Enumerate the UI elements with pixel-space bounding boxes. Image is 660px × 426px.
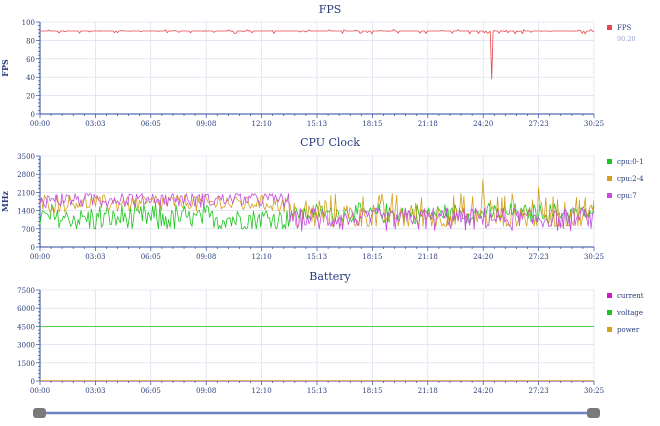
chart-battery: Battery 0 1500 3000 4500 6000 7500 00:00 03:03 06… <box>17 270 644 395</box>
y-tick-label: 40 <box>26 74 35 82</box>
y-tick-label: 60 <box>26 56 35 64</box>
x-tick-label: 27:23 <box>529 120 549 128</box>
legend-swatch <box>607 193 612 198</box>
y-tick-label: 1500 <box>17 360 35 368</box>
x-tick-label: 15:13 <box>307 120 327 128</box>
legend-swatch <box>607 310 612 315</box>
legend-label: cpu:7 <box>617 192 637 200</box>
x-tick-label: 03:03 <box>85 120 105 128</box>
x-tick-label: 30:25 <box>584 387 604 395</box>
legend-label: power <box>617 326 640 334</box>
x-tick-label: 21:18 <box>418 387 438 395</box>
x-tick-label: 30:25 <box>584 120 604 128</box>
legend-swatch <box>607 293 612 298</box>
x-tick-label: 21:18 <box>418 253 438 261</box>
legend-value: 90.20 <box>617 35 636 43</box>
chart-cpu-clock: CPU Clock MHz 0 700 1400 2100 2800 3500 00:00 03:… <box>0 136 644 261</box>
x-tick-label: 06:05 <box>141 387 161 395</box>
x-tick-label: 12:10 <box>252 387 272 395</box>
y-tick-label: 3500 <box>17 153 35 161</box>
charts-layer: FPS FPS 0 20 40 60 80 100 00:00 03:03 06:05 09:08 12… <box>0 3 644 395</box>
y-tick-label: 4500 <box>17 323 35 331</box>
x-tick-label: 06:05 <box>141 120 161 128</box>
x-tick-label: 09:08 <box>196 387 216 395</box>
x-tick-label: 03:03 <box>85 387 105 395</box>
legend-swatch <box>607 159 612 164</box>
y-tick-label: 80 <box>26 37 35 45</box>
y-tick-label: 0 <box>31 111 35 119</box>
y-tick-label: 0 <box>31 378 35 386</box>
y-axis-label: MHz <box>0 191 10 212</box>
x-tick-label: 18:15 <box>362 387 382 395</box>
x-tick-label: 24:20 <box>473 387 493 395</box>
y-tick-label: 2800 <box>17 171 35 179</box>
y-tick-label: 3000 <box>17 342 35 350</box>
legend-swatch <box>607 176 612 181</box>
legend-label: cpu:2-4 <box>617 175 644 183</box>
x-tick-label: 21:18 <box>418 120 438 128</box>
x-tick-label: 06:05 <box>141 253 161 261</box>
x-tick-label: 12:10 <box>252 253 272 261</box>
chart-title: FPS <box>319 3 342 16</box>
legend-label: cpu:0-1 <box>617 158 644 166</box>
legend-label: FPS <box>617 24 632 32</box>
y-tick-label: 700 <box>22 226 35 234</box>
y-tick-label: 100 <box>22 19 35 27</box>
x-tick-label: 30:25 <box>584 253 604 261</box>
x-tick-label: 15:13 <box>307 253 327 261</box>
chart-title: CPU Clock <box>300 136 360 149</box>
x-tick-label: 18:15 <box>362 120 382 128</box>
legend-swatch <box>607 327 612 332</box>
x-tick-label: 27:23 <box>529 387 549 395</box>
legend-label: current <box>617 292 644 300</box>
x-tick-label: 24:20 <box>473 120 493 128</box>
x-tick-label: 00:00 <box>30 253 50 261</box>
y-axis-label: FPS <box>0 59 10 77</box>
x-tick-label: 12:10 <box>252 120 272 128</box>
x-tick-label: 15:13 <box>307 387 327 395</box>
x-tick-label: 00:00 <box>30 120 50 128</box>
y-tick-label: 2100 <box>17 189 35 197</box>
x-tick-label: 24:20 <box>473 253 493 261</box>
performance-dashboard: FPS FPS 0 20 40 60 80 100 00:00 03:03 06:05 09:08 12… <box>0 3 644 418</box>
x-tick-label: 03:03 <box>85 253 105 261</box>
legend-label: voltage <box>616 309 643 317</box>
x-tick-label: 00:00 <box>30 387 50 395</box>
x-tick-label: 09:08 <box>196 253 216 261</box>
x-tick-label: 09:08 <box>196 120 216 128</box>
time-range-slider[interactable] <box>33 408 600 418</box>
y-tick-label: 1400 <box>17 208 35 216</box>
y-tick-label: 6000 <box>17 305 35 313</box>
chart-fps: FPS FPS 0 20 40 60 80 100 00:00 03:03 06:05 09:08 12… <box>0 3 636 128</box>
slider-left-handle[interactable] <box>33 408 46 418</box>
y-tick-label: 7500 <box>17 287 35 295</box>
y-tick-label: 20 <box>26 93 35 101</box>
x-tick-label: 27:23 <box>529 253 549 261</box>
y-tick-label: 0 <box>31 244 35 252</box>
legend-swatch <box>607 25 612 30</box>
x-tick-label: 18:15 <box>362 253 382 261</box>
slider-right-handle[interactable] <box>587 408 600 418</box>
chart-title: Battery <box>309 270 351 283</box>
